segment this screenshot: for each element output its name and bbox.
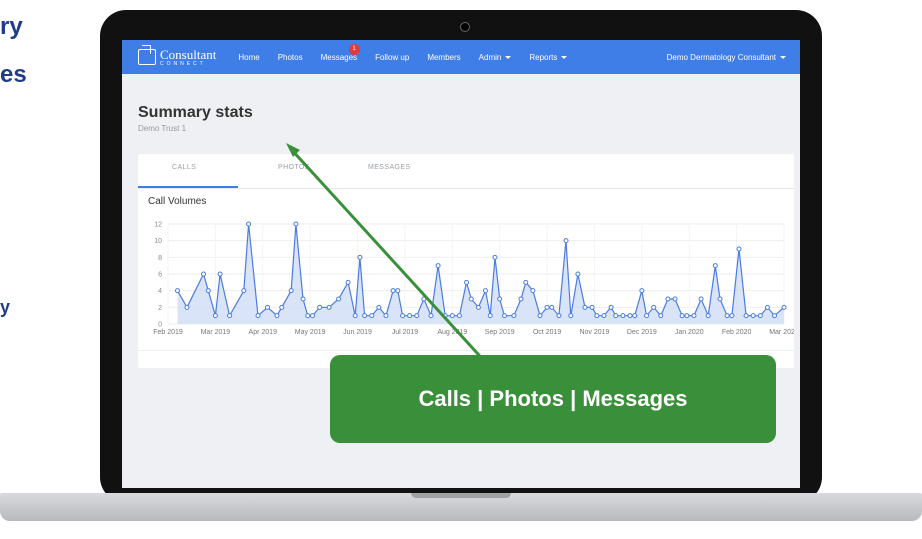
callout-text: Calls | Photos | Messages <box>418 386 688 411</box>
arrow-line <box>288 146 490 367</box>
callout-box: Calls | Photos | Messages <box>330 355 776 443</box>
callout-arrow <box>286 143 490 367</box>
